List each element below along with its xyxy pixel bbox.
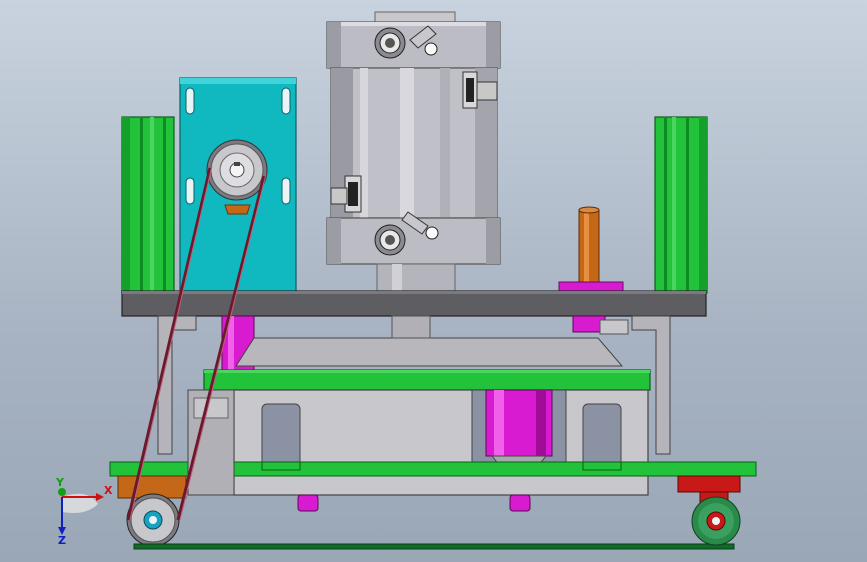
- lower-pulley[interactable]: [126, 493, 180, 547]
- cad-viewport[interactable]: X Y Z: [0, 0, 867, 562]
- y-axis-dot: [58, 488, 66, 496]
- x-axis-label: X: [104, 484, 113, 497]
- center-magenta-cylinder[interactable]: [485, 389, 553, 467]
- middle-green-plate[interactable]: [203, 369, 651, 391]
- lower-housing[interactable]: [233, 389, 649, 496]
- x-arrow-icon: [96, 493, 104, 501]
- left-green-column[interactable]: [121, 116, 175, 294]
- left-magenta-foot[interactable]: [297, 494, 319, 512]
- coordinate-triad: X Y Z: [55, 476, 113, 547]
- right-green-column[interactable]: [654, 116, 708, 294]
- assembly-drawing[interactable]: X Y Z: [0, 0, 867, 562]
- top-base-plate[interactable]: [121, 290, 707, 317]
- drive-gearbox[interactable]: [187, 389, 235, 496]
- copper-pin[interactable]: [558, 206, 624, 292]
- press-block[interactable]: [235, 315, 629, 367]
- caster-wheel[interactable]: [677, 475, 741, 546]
- z-axis-label: Z: [58, 534, 66, 547]
- y-axis-label: Y: [55, 476, 65, 489]
- conveyor-belt[interactable]: [133, 543, 735, 550]
- right-magenta-foot[interactable]: [509, 494, 531, 512]
- motor-cylinder[interactable]: [326, 11, 501, 293]
